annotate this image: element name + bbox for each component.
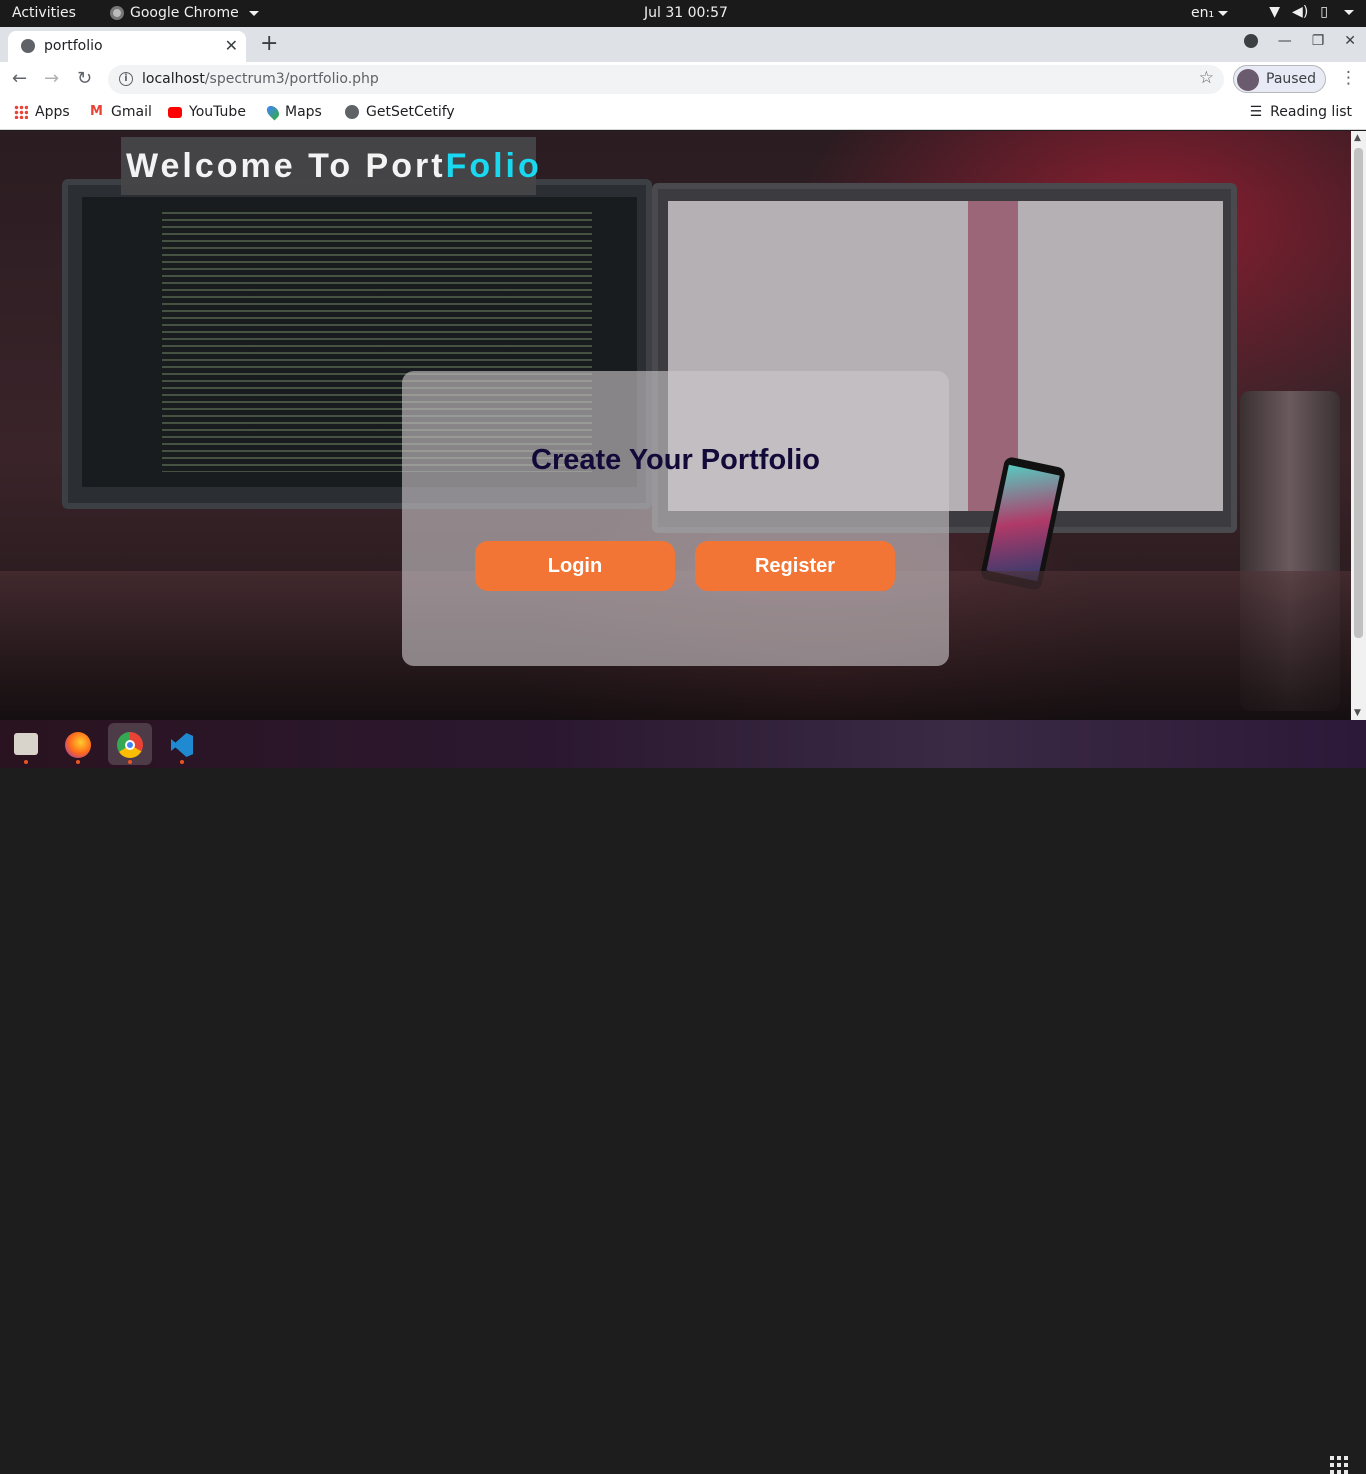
activities-button[interactable]: Activities xyxy=(12,5,76,21)
chrome-icon[interactable] xyxy=(108,723,152,765)
app-menu[interactable]: Google Chrome xyxy=(110,5,259,21)
bookmark-apps[interactable]: Apps xyxy=(14,104,70,120)
youtube-icon xyxy=(168,106,182,118)
forward-icon[interactable]: → xyxy=(44,68,59,89)
input-language-indicator[interactable]: en₁ xyxy=(1191,5,1229,21)
bookmark-gmail[interactable]: M Gmail xyxy=(90,104,152,120)
tab-search-icon[interactable] xyxy=(1243,34,1258,48)
close-window-icon[interactable]: ✕ xyxy=(1344,33,1356,49)
url-path: /spectrum3/portfolio.php xyxy=(204,71,379,87)
scroll-down-icon[interactable]: ▼ xyxy=(1354,708,1361,718)
gmail-icon: M xyxy=(90,104,103,119)
page-heading-bar: Welcome To PortFolio xyxy=(121,137,539,195)
chevron-down-icon xyxy=(248,10,259,16)
bookmark-star-icon[interactable]: ☆ xyxy=(1199,68,1214,88)
system-menu[interactable]: ▼ ◀) ▯ xyxy=(1269,4,1354,20)
chevron-down-icon xyxy=(1218,10,1229,16)
clock[interactable]: Jul 31 00:57 xyxy=(644,5,728,21)
back-icon[interactable]: ← xyxy=(12,68,27,89)
chrome-small-icon xyxy=(110,6,124,20)
restore-icon[interactable]: ❐ xyxy=(1312,33,1325,49)
volume-icon: ◀) xyxy=(1292,4,1309,20)
url-text: localhost/spectrum3/portfolio.php xyxy=(142,71,379,87)
url-host: localhost xyxy=(142,71,205,87)
dock xyxy=(0,720,1366,1474)
login-button[interactable]: Login xyxy=(475,541,675,591)
bookmark-getsetcetify[interactable]: GetSetCetify xyxy=(345,104,455,120)
reading-list-button[interactable]: ☰ Reading list xyxy=(1250,104,1352,120)
close-tab-icon[interactable]: ✕ xyxy=(225,36,238,55)
tab-title: portfolio xyxy=(44,38,103,54)
bookmark-label: Apps xyxy=(35,104,70,120)
apps-grid-icon xyxy=(14,105,28,119)
bookmark-label: GetSetCetify xyxy=(366,104,455,120)
new-tab-button[interactable]: + xyxy=(260,31,278,56)
scrollbar-thumb[interactable] xyxy=(1354,148,1363,638)
bookmark-label: Maps xyxy=(285,104,322,120)
minimize-icon[interactable]: — xyxy=(1278,33,1292,49)
battery-icon: ▯ xyxy=(1320,4,1328,20)
info-icon[interactable]: i xyxy=(119,72,133,86)
chevron-down-icon xyxy=(1344,9,1354,15)
app-menu-label: Google Chrome xyxy=(130,5,239,21)
page-content: Welcome To PortFolio Create Your Portfol… xyxy=(0,131,1351,720)
bookmark-maps[interactable]: Maps xyxy=(264,103,322,121)
profile-label: Paused xyxy=(1266,71,1317,87)
register-button[interactable]: Register xyxy=(695,541,895,591)
reading-list-icon: ☰ xyxy=(1249,104,1263,120)
tab-strip: portfolio ✕ + — ❐ ✕ xyxy=(0,27,1366,62)
page-title: Welcome To PortFolio xyxy=(126,147,542,186)
profile-button[interactable]: Paused xyxy=(1233,65,1326,93)
page-scrollbar[interactable]: ▲ ▼ xyxy=(1351,131,1366,720)
gnome-top-bar: Activities Google Chrome Jul 31 00:57 en… xyxy=(0,0,1366,27)
avatar xyxy=(1237,69,1259,91)
card-title: Create Your Portfolio xyxy=(531,444,820,476)
vscode-icon[interactable] xyxy=(160,723,204,765)
files-icon[interactable] xyxy=(4,723,48,765)
globe-icon xyxy=(345,105,359,119)
globe-icon xyxy=(21,39,35,53)
bookmark-label: YouTube xyxy=(189,104,246,120)
title-accent: Folio xyxy=(445,147,542,185)
reload-icon[interactable]: ↻ xyxy=(77,68,92,89)
firefox-icon[interactable] xyxy=(56,723,100,765)
wifi-icon: ▼ xyxy=(1269,4,1281,20)
language-label: en₁ xyxy=(1191,5,1215,21)
window-controls: — ❐ ✕ xyxy=(1243,33,1356,49)
bookmark-youtube[interactable]: YouTube xyxy=(168,104,246,120)
reading-list-label: Reading list xyxy=(1270,104,1352,120)
tab-portfolio[interactable]: portfolio ✕ xyxy=(8,31,246,62)
title-main: Welcome To Port xyxy=(126,147,446,185)
more-menu-icon[interactable]: ⋮ xyxy=(1340,68,1357,88)
bookmark-label: Gmail xyxy=(111,104,152,120)
browser-toolbar: ← → ↻ i localhost/spectrum3/portfolio.ph… xyxy=(0,62,1366,96)
scroll-up-icon[interactable]: ▲ xyxy=(1354,133,1361,143)
portfolio-card: Create Your Portfolio Login Register xyxy=(402,371,949,666)
maps-icon xyxy=(264,103,282,121)
show-apps-icon[interactable] xyxy=(1330,1456,1348,1474)
bookmarks-bar: Apps M Gmail YouTube Maps GetSetCetify ☰… xyxy=(0,96,1366,130)
address-bar[interactable]: i localhost/spectrum3/portfolio.php ☆ xyxy=(108,65,1224,94)
